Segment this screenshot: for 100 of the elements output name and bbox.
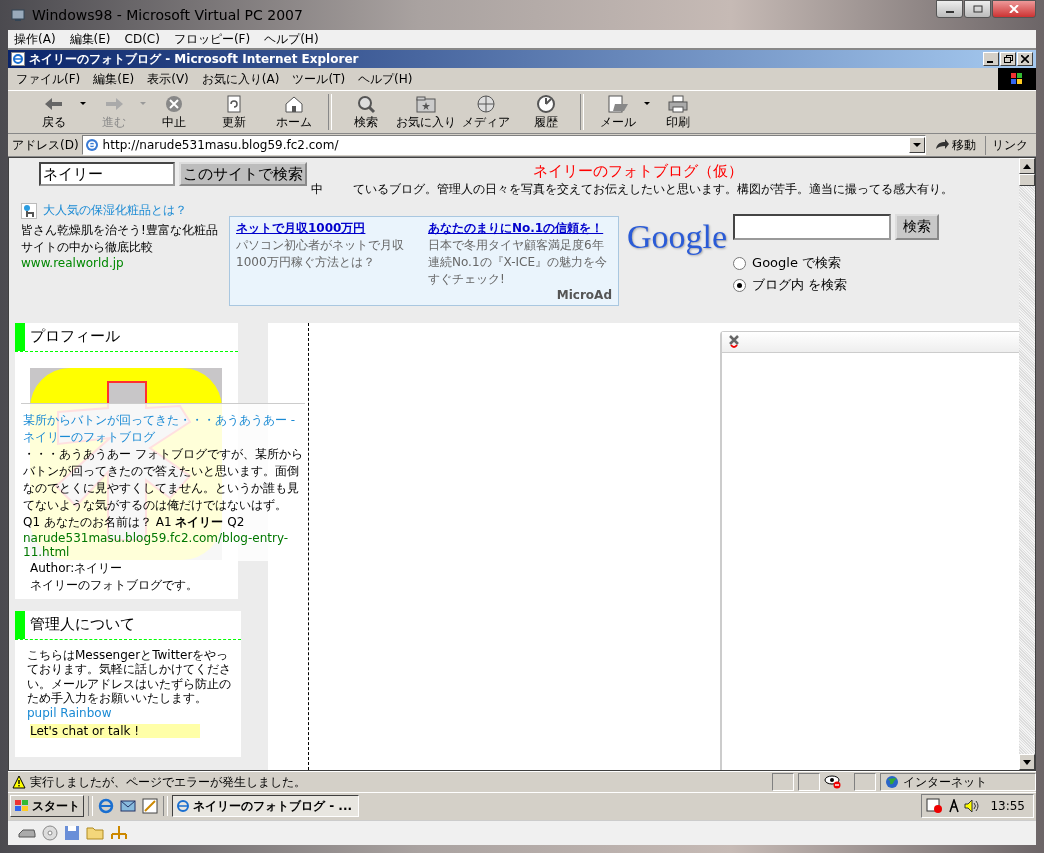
author-text: Author:ネイリー: [30, 560, 123, 577]
restore-button[interactable]: [1000, 52, 1016, 66]
google-logo: Google: [627, 218, 728, 256]
ad-url-link[interactable]: www.realworld.jp: [21, 256, 221, 270]
menu-item[interactable]: フロッピー(F): [173, 30, 251, 48]
toolbar-button[interactable]: お気に入り: [396, 93, 456, 131]
ad-text: パソコン初心者がネットで月収1000万円稼ぐ方法とは？: [236, 237, 405, 271]
scheduler-icon[interactable]: [926, 798, 945, 814]
app-icon: [10, 7, 26, 23]
toolbar-button[interactable]: ホーム: [264, 93, 324, 131]
status-pane: [798, 773, 820, 791]
toolbar-button[interactable]: 印刷: [648, 93, 708, 131]
desktop-launch-icon[interactable]: [141, 797, 159, 815]
result-title-link[interactable]: 某所からバトンが回ってきた・・・あうあうあー - ネイリーのフォトブログ: [23, 412, 303, 446]
google-search-button[interactable]: 検索: [895, 214, 940, 240]
page-icon: [84, 138, 99, 152]
warning-icon: [12, 775, 26, 789]
ad-title-link[interactable]: あなたのまりにNo.1の信頼を！: [428, 220, 612, 237]
site-search-button[interactable]: このサイトで検索: [179, 162, 307, 186]
toolbar-button[interactable]: 検索: [336, 93, 396, 131]
menu-item[interactable]: 編集(E): [69, 30, 111, 48]
arrow-icon: [935, 139, 949, 151]
google-search-field[interactable]: [733, 214, 892, 240]
menu-item[interactable]: お気に入り(A): [201, 70, 280, 88]
taskbar-button[interactable]: ネイリーのフォトブログ - ...: [172, 795, 359, 817]
speaker-icon[interactable]: [964, 799, 981, 813]
address-field[interactable]: http://narude531masu.blog59.fc2.com/: [81, 135, 926, 155]
menu-item[interactable]: ヘルプ(H): [358, 70, 413, 88]
globe-icon: [885, 775, 899, 789]
search-icon: [355, 93, 377, 114]
printer-icon: [667, 93, 689, 114]
toolbar-button[interactable]: 戻る: [24, 93, 84, 131]
start-button[interactable]: スタート: [10, 795, 84, 817]
description-text: 中: [311, 181, 323, 198]
drive-icon[interactable]: [18, 826, 36, 840]
result-url-link[interactable]: narude531masu.blog59.fc2.com/blog-entry-11.html: [23, 531, 303, 559]
windows-logo-icon: [998, 68, 1036, 90]
browser-icon: [176, 799, 190, 813]
description-text: ているブログ。管理人の日々を写真を交えてお伝えしたいと思います。構図が苦手。適当に撮ってる感大有り。: [353, 181, 953, 198]
zone-label: インターネット: [903, 773, 987, 791]
close-icon[interactable]: [728, 335, 740, 349]
search-field[interactable]: ネイリー: [39, 162, 175, 186]
ad-text: 日本で冬用タイヤ顧客満足度6年連続No.1の『X-ICE』の魅力を今すぐチェック!: [428, 237, 608, 288]
radio-button[interactable]: [733, 278, 747, 292]
scroll-thumb[interactable]: [1019, 174, 1035, 186]
manager-text: こちらはMessengerとTwitterをやっております。気軽に話しかけてください。メールアドレスはいたずら防止のため手入力をお願いいたします。: [27, 648, 232, 706]
info-icon: [21, 202, 37, 219]
radio-label: ブログ内 を検索: [752, 276, 848, 294]
menu-item[interactable]: ヘルプ(H): [264, 30, 319, 48]
blog-title: ネイリーのフォトブログ（仮）: [533, 162, 743, 181]
scrollbar[interactable]: [1019, 158, 1035, 770]
menu-item[interactable]: ファイル(F): [16, 70, 81, 88]
toolbar-button[interactable]: メディア: [456, 93, 516, 131]
menu-item[interactable]: 表示(V): [147, 70, 189, 88]
mail-launch-icon[interactable]: [119, 797, 137, 815]
maximize-icon: [972, 5, 983, 13]
network-icon[interactable]: [110, 825, 128, 841]
menu-item[interactable]: CD(C): [124, 32, 160, 46]
floppy-icon[interactable]: [64, 825, 80, 841]
globe-icon: [475, 93, 497, 114]
ad-brand-label: MicroAd: [556, 288, 612, 302]
down-arrow-icon[interactable]: [1023, 759, 1031, 765]
close-icon: [1009, 5, 1019, 13]
toolbar-button[interactable]: 中止: [144, 93, 204, 131]
browser-title: ネイリーのフォトブログ - Microsoft Internet Explorer: [29, 50, 359, 68]
links-button[interactable]: リンク: [985, 135, 1034, 155]
star-folder-icon: [415, 93, 437, 114]
caret-icon[interactable]: [80, 101, 86, 106]
toolbar-button[interactable]: 更新: [204, 93, 264, 131]
toolbar-button[interactable]: 履歴: [516, 93, 576, 131]
chat-label: Let's chat or talk !: [30, 723, 200, 739]
maximize-button[interactable]: [964, 0, 991, 18]
ad-title-link[interactable]: ネットで月収1000万円: [236, 220, 420, 237]
browser-launch-icon[interactable]: [97, 797, 115, 815]
menu-item[interactable]: 操作(A): [14, 30, 56, 48]
status-pane: [854, 773, 876, 791]
mail-icon: [607, 93, 629, 114]
restore-icon: [1003, 55, 1013, 63]
radio-button[interactable]: [733, 256, 747, 270]
clock-icon: [535, 93, 557, 114]
menu-item[interactable]: ツール(T): [292, 70, 346, 88]
minimize-button[interactable]: [936, 0, 963, 18]
status-pane: [772, 773, 794, 791]
ad-text: 皆さん乾燥肌を治そう!豊富な化粧品サイトの中から徹底比較: [21, 222, 219, 256]
input-method-icon[interactable]: [948, 799, 961, 813]
windows-logo-icon: [14, 799, 30, 813]
section-heading: 管理人について: [29, 614, 136, 635]
menu-item[interactable]: 編集(E): [93, 70, 135, 88]
up-arrow-icon[interactable]: [1023, 163, 1031, 169]
go-button[interactable]: 移動: [929, 136, 982, 154]
caret-icon[interactable]: [644, 101, 650, 106]
close-icon: [1021, 55, 1029, 63]
address-label: アドレス(D): [12, 136, 79, 154]
status-message: 実行しましたが、ページでエラーが発生しました。: [30, 773, 307, 791]
browser-icon: [11, 52, 25, 66]
window-title: Windows98 - Microsoft Virtual PC 2007: [32, 7, 303, 23]
toolbar-button[interactable]: メール: [588, 93, 648, 131]
privacy-icon: [824, 775, 842, 789]
profile-link[interactable]: pupil Rainbow: [27, 705, 112, 720]
close-button[interactable]: [992, 0, 1036, 18]
